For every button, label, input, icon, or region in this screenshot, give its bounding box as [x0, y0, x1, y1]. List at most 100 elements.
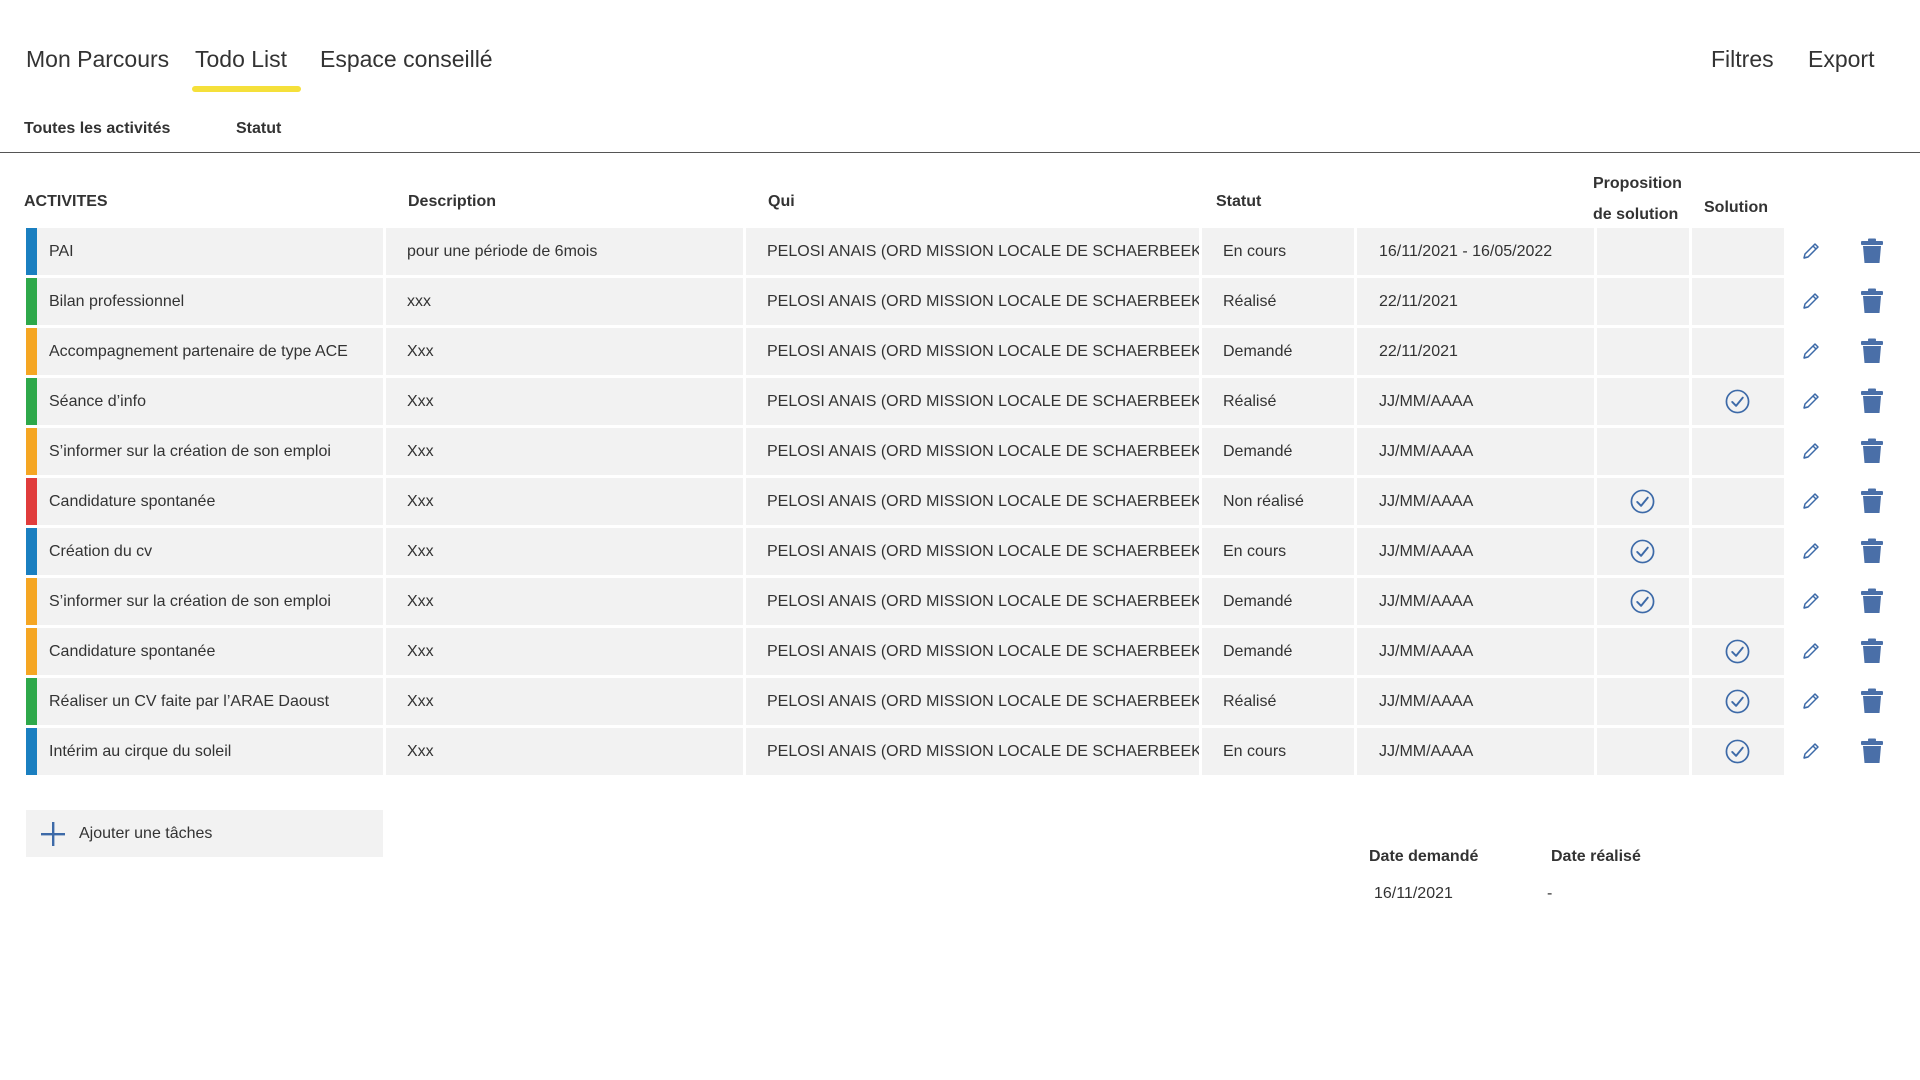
trash-icon[interactable]: [1860, 638, 1884, 664]
tab-todo-list[interactable]: Todo List: [191, 46, 302, 92]
description-cell: Xxx: [386, 528, 743, 575]
date-cell: JJ/MM/AAAA: [1357, 528, 1594, 575]
activity-cell[interactable]: Intérim au cirque du soleil: [26, 728, 383, 775]
proposition-cell: [1597, 378, 1689, 425]
status-color-bar: [26, 278, 37, 325]
activity-cell[interactable]: Candidature spontanée: [26, 478, 383, 525]
top-navigation: Mon Parcours Todo List Espace conseillé …: [0, 0, 1920, 110]
status-cell: Demandé: [1202, 628, 1354, 675]
status-cell: Demandé: [1202, 328, 1354, 375]
table-row[interactable]: Séance d’info Xxx PELOSI ANAIS (ORD MISSIO…: [26, 378, 1912, 425]
status-cell: Réalisé: [1202, 278, 1354, 325]
activity-name: Séance d’info: [49, 393, 146, 410]
activity-cell[interactable]: S’informer sur la création de son emploi: [26, 428, 383, 475]
solution-cell: [1692, 678, 1784, 725]
check-circle-icon[interactable]: [1725, 639, 1750, 664]
trash-icon[interactable]: [1860, 238, 1884, 264]
activity-name: Candidature spontanée: [49, 493, 216, 510]
status-cell: Réalisé: [1202, 678, 1354, 725]
pencil-icon[interactable]: [1800, 590, 1822, 612]
trash-icon[interactable]: [1860, 438, 1884, 464]
activities-table: PAI pour une période de 6mois PELOSI ANAIS…: [26, 228, 1912, 778]
status-color-bar: [26, 728, 37, 775]
activity-cell[interactable]: S’informer sur la création de son emploi: [26, 578, 383, 625]
solution-cell: [1692, 228, 1784, 275]
pencil-icon[interactable]: [1800, 690, 1822, 712]
add-task-button[interactable]: Ajouter une tâches: [26, 810, 383, 857]
tab-mon-parcours[interactable]: Mon Parcours: [26, 46, 169, 73]
table-row[interactable]: S’informer sur la création de son emploi…: [26, 578, 1912, 625]
description-cell: Xxx: [386, 378, 743, 425]
activity-cell[interactable]: Création du cv: [26, 528, 383, 575]
tab-espace-conseille[interactable]: Espace conseillé: [320, 46, 493, 73]
activity-cell[interactable]: Candidature spontanée: [26, 628, 383, 675]
pencil-icon[interactable]: [1800, 640, 1822, 662]
table-row[interactable]: Bilan professionnel xxx PELOSI ANAIS (ORD …: [26, 278, 1912, 325]
pencil-icon[interactable]: [1800, 540, 1822, 562]
description-cell: Xxx: [386, 578, 743, 625]
pencil-icon[interactable]: [1800, 490, 1822, 512]
check-circle-icon[interactable]: [1725, 689, 1750, 714]
check-circle-icon[interactable]: [1630, 489, 1655, 514]
pencil-icon[interactable]: [1800, 740, 1822, 762]
proposition-cell: [1597, 278, 1689, 325]
add-task-label: Ajouter une tâches: [79, 825, 213, 842]
date-cell: JJ/MM/AAAA: [1357, 578, 1594, 625]
date-cell: 22/11/2021: [1357, 278, 1594, 325]
pencil-icon[interactable]: [1800, 440, 1822, 462]
table-row[interactable]: PAI pour une période de 6mois PELOSI ANAIS…: [26, 228, 1912, 275]
status-color-bar: [26, 628, 37, 675]
pencil-icon[interactable]: [1800, 390, 1822, 412]
activity-name: Candidature spontanée: [49, 643, 216, 660]
status-color-bar: [26, 678, 37, 725]
status-cell: Demandé: [1202, 428, 1354, 475]
solution-cell: [1692, 578, 1784, 625]
date-cell: JJ/MM/AAAA: [1357, 378, 1594, 425]
date-requested-value: 16/11/2021: [1374, 885, 1453, 902]
pencil-icon[interactable]: [1800, 240, 1822, 262]
activity-name: Intérim au cirque du soleil: [49, 743, 232, 760]
trash-icon[interactable]: [1860, 338, 1884, 364]
solution-cell: [1692, 478, 1784, 525]
pencil-icon[interactable]: [1800, 340, 1822, 362]
who-cell: PELOSI ANAIS (ORD MISSION LOCALE DE SCHA…: [746, 528, 1199, 575]
trash-icon[interactable]: [1860, 388, 1884, 414]
pencil-icon[interactable]: [1800, 290, 1822, 312]
proposition-cell: [1597, 478, 1689, 525]
table-row[interactable]: Accompagnement partenaire de type ACE Xxx…: [26, 328, 1912, 375]
activity-cell[interactable]: Bilan professionnel: [26, 278, 383, 325]
table-row[interactable]: S’informer sur la création de son emploi…: [26, 428, 1912, 475]
check-circle-icon[interactable]: [1630, 589, 1655, 614]
activity-cell[interactable]: PAI: [26, 228, 383, 275]
trash-icon[interactable]: [1860, 588, 1884, 614]
activity-cell[interactable]: Accompagnement partenaire de type ACE: [26, 328, 383, 375]
table-row[interactable]: Intérim au cirque du soleil Xxx PELOSI ANA…: [26, 728, 1912, 775]
trash-icon[interactable]: [1860, 688, 1884, 714]
status-color-bar: [26, 378, 37, 425]
activity-name: Création du cv: [49, 543, 153, 560]
check-circle-icon[interactable]: [1725, 389, 1750, 414]
who-cell: PELOSI ANAIS (ORD MISSION LOCALE DE SCHA…: [746, 578, 1199, 625]
trash-icon[interactable]: [1860, 288, 1884, 314]
filter-all-activities[interactable]: Toutes les activités: [24, 120, 170, 138]
trash-icon[interactable]: [1860, 538, 1884, 564]
trash-icon[interactable]: [1860, 738, 1884, 764]
check-circle-icon[interactable]: [1630, 539, 1655, 564]
who-cell: PELOSI ANAIS (ORD MISSION LOCALE DE SCHA…: [746, 328, 1199, 375]
export-button[interactable]: Export: [1808, 46, 1874, 73]
filter-status[interactable]: Statut: [236, 120, 281, 138]
filters-button[interactable]: Filtres: [1711, 46, 1774, 73]
column-header-description: Description: [408, 193, 497, 210]
trash-icon[interactable]: [1860, 488, 1884, 514]
activity-cell[interactable]: Réaliser un CV faite par l’ARAE Daoust: [26, 678, 383, 725]
table-row[interactable]: Réaliser un CV faite par l’ARAE Daoust Xx…: [26, 678, 1912, 725]
check-circle-icon[interactable]: [1725, 739, 1750, 764]
status-cell: Demandé: [1202, 578, 1354, 625]
table-row[interactable]: Candidature spontanée Xxx PELOSI ANAIS (OR…: [26, 478, 1912, 525]
who-cell: PELOSI ANAIS (ORD MISSION LOCALE DE SCHA…: [746, 628, 1199, 675]
activity-cell[interactable]: Séance d’info: [26, 378, 383, 425]
proposition-cell: [1597, 228, 1689, 275]
who-cell: PELOSI ANAIS (ORD MISSION LOCALE DE SCHA…: [746, 228, 1199, 275]
table-row[interactable]: Candidature spontanée Xxx PELOSI ANAIS (OR…: [26, 628, 1912, 675]
table-row[interactable]: Création du cv Xxx PELOSI ANAIS (ORD MISSI…: [26, 528, 1912, 575]
